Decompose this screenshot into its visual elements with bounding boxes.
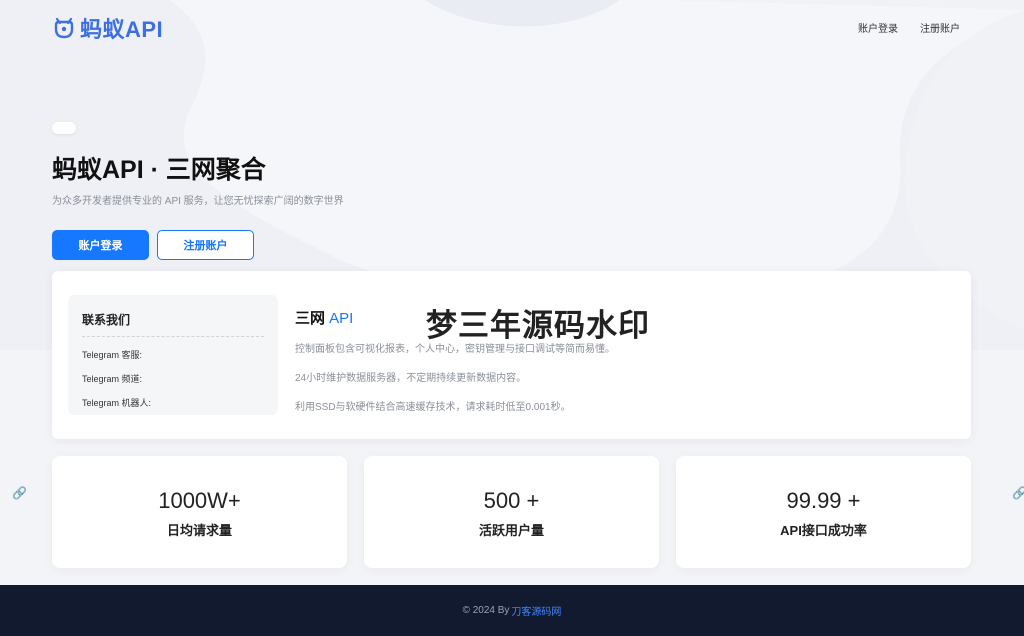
- nav-register-link[interactable]: 注册账户: [920, 20, 960, 35]
- hero-badge: [52, 122, 76, 134]
- register-button[interactable]: 注册账户: [157, 230, 254, 260]
- feature-line: 利用SSD与软硬件结合高速缓存技术，请求耗时低至0.001秒。: [295, 402, 571, 413]
- stat-card-users: 500 + 活跃用户量: [364, 456, 659, 568]
- stat-label: 日均请求量: [166, 523, 232, 538]
- brand-name: 蚂蚁API: [80, 17, 164, 42]
- hero-title-light: 蚂蚁API ·: [52, 156, 166, 184]
- link-deco-icon: 🔗: [1012, 486, 1024, 500]
- stat-label: API接口成功率: [780, 523, 867, 538]
- link-deco-icon: 🔗: [12, 486, 27, 500]
- stat-label: 活跃用户量: [478, 523, 544, 538]
- features-title-a: 三网: [295, 310, 330, 327]
- stat-value: 99.99 +: [786, 488, 861, 513]
- login-button[interactable]: 账户登录: [52, 230, 149, 260]
- brand-logo[interactable]: 蚂蚁API: [52, 14, 163, 42]
- info-card: 联系我们 Telegram 客服: Telegram 频道: Telegram …: [52, 271, 971, 439]
- stat-card-success-rate: 99.99 + API接口成功率: [676, 456, 971, 568]
- contact-telegram-support: Telegram 客服:: [82, 350, 143, 360]
- contact-telegram-channel: Telegram 频道:: [82, 374, 143, 384]
- contact-telegram-bot: Telegram 机器人:: [82, 398, 152, 408]
- stat-value: 1000W+: [158, 488, 241, 513]
- features-title-b: API: [329, 310, 354, 327]
- footer-link[interactable]: 刀客源码网: [511, 603, 561, 618]
- contact-title: 联系我们: [82, 311, 264, 337]
- stat-card-requests: 1000W+ 日均请求量: [52, 456, 347, 568]
- hero-title: 蚂蚁API · 三网聚合: [52, 150, 266, 186]
- feature-line: 24小时维护数据服务器，不定期持续更新数据内容。: [295, 373, 527, 384]
- hero-title-bold: 三网聚合: [165, 156, 266, 184]
- nav-login-link[interactable]: 账户登录: [858, 20, 898, 35]
- contact-panel: 联系我们 Telegram 客服: Telegram 频道: Telegram …: [68, 295, 278, 415]
- top-nav: 账户登录 注册账户: [858, 20, 960, 35]
- footer: © 2024 By 刀客源码网: [0, 585, 1024, 636]
- stat-value: 500 +: [483, 488, 540, 513]
- watermark-text: 梦三年源码水印: [426, 308, 650, 343]
- hero-subtitle: 为众多开发者提供专业的 API 服务，让您无忧探索广阔的数字世界: [52, 196, 344, 207]
- ant-logo-icon: [54, 17, 74, 39]
- footer-copyright: © 2024 By: [462, 605, 510, 616]
